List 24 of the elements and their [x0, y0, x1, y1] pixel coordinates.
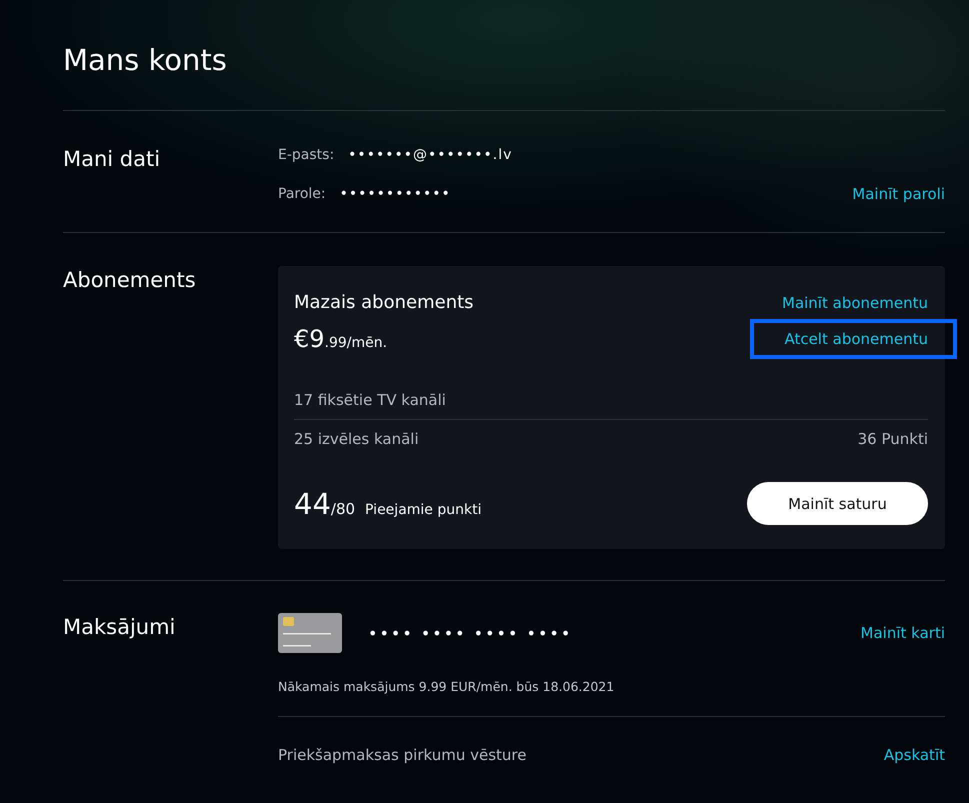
- plan-price: €9.99/mēn.: [294, 325, 388, 353]
- plan-name: Mazais abonements: [294, 292, 474, 313]
- next-payment-text: Nākamais maksājums 9.99 EUR/mēn. būs 18.06.2021: [278, 679, 616, 694]
- subscription-link[interactable]: Atcelt abonementu: [750, 319, 957, 359]
- change-card-link[interactable]: Mainīt karti: [860, 624, 945, 642]
- field-label: E-pasts:: [278, 147, 334, 163]
- available-points: 44/80 Pieejamie punkti: [294, 486, 482, 520]
- change-password-link[interactable]: Mainīt paroli: [852, 185, 945, 203]
- view-history-link[interactable]: Apskatīt: [884, 746, 945, 764]
- field-value: •••••••@•••••••.lv: [348, 147, 512, 163]
- subscription-link[interactable]: Mainīt abonementu: [782, 294, 928, 312]
- field-value: ••••••••••••: [340, 186, 451, 202]
- change-content-button[interactable]: Mainīt saturu: [747, 482, 928, 525]
- section-heading: Mani dati: [63, 146, 162, 173]
- section-heading: Maksājumi: [63, 614, 176, 641]
- field-label: Parole:: [278, 186, 326, 202]
- card-number: •••• •••• •••• ••••: [368, 624, 572, 642]
- credit-card-icon: [278, 613, 342, 653]
- purchase-history-label: Priekšapmaksas pirkumu vēsture: [278, 746, 526, 764]
- channel-label: 25 izvēles kanāli: [294, 430, 419, 448]
- channel-label: 17 fiksētie TV kanāli: [294, 391, 446, 409]
- page-title: Mans konts: [63, 42, 228, 79]
- section-heading: Abonements: [63, 267, 197, 294]
- channel-points: 36 Punkti: [858, 430, 928, 448]
